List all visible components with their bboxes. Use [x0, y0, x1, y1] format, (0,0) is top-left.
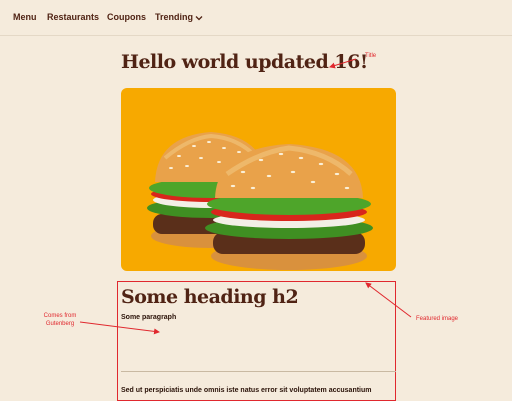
chevron-down-icon	[195, 15, 203, 21]
nav-item-trending-label: Trending	[155, 12, 193, 22]
page-title: Hello world updated 16!	[121, 51, 368, 73]
nav-item-trending[interactable]: Trending	[155, 12, 203, 22]
burger-illustration	[147, 132, 373, 270]
nav-item-restaurants[interactable]: Restaurants	[47, 12, 99, 22]
annotation-gutenberg: Comes from Gutenberg	[43, 313, 77, 327]
top-nav: Menu Restaurants Coupons Trending	[0, 0, 512, 36]
annotation-featured-image: Featured image	[416, 316, 459, 322]
content-paragraph: Some paragraph	[121, 314, 177, 321]
content-divider	[121, 371, 396, 372]
nav-item-coupons[interactable]: Coupons	[107, 12, 146, 22]
nav-item-menu[interactable]: Menu	[13, 12, 37, 22]
content-heading: Some heading h2	[121, 286, 299, 308]
featured-image	[121, 88, 396, 271]
content-lorem-text: Sed ut perspiciatis unde omnis iste natu…	[121, 387, 372, 394]
annotation-title: Title	[365, 53, 377, 59]
